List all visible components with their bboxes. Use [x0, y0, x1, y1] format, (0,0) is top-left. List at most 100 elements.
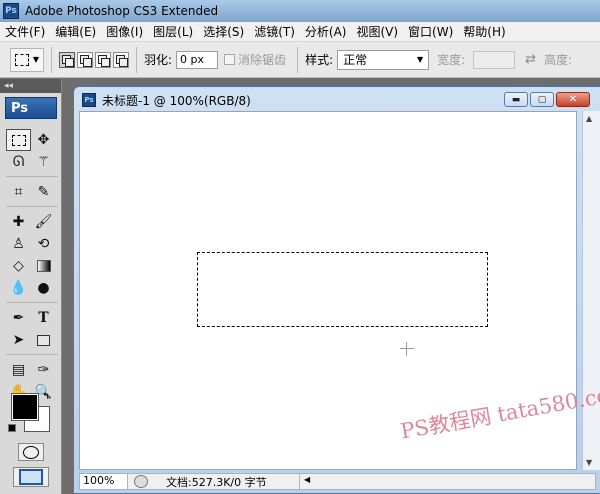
document-title: 未标题-1 @ 100%(RGB/8): [102, 93, 251, 108]
menu-window[interactable]: 窗口(W): [403, 23, 458, 40]
crop-icon: ⌗: [14, 184, 23, 200]
blur-tool[interactable]: 💧: [6, 277, 31, 299]
slice-tool[interactable]: ✎: [31, 181, 56, 203]
options-bar: ▼ 羽化: 0 px 消除锯齿 样式: 正常 ▼ 宽度: ⇄ 高度:: [0, 42, 600, 78]
blur-icon: 💧: [9, 280, 28, 296]
chevron-down-icon: ▼: [416, 55, 424, 64]
menu-layer[interactable]: 图层(L): [148, 23, 198, 40]
feather-label: 羽化:: [144, 53, 173, 67]
pen-tool[interactable]: ✒: [6, 307, 31, 329]
minimize-icon: ▬: [511, 94, 521, 105]
height-label: 高度:: [544, 53, 573, 67]
history-brush-icon: ⟲: [37, 236, 50, 252]
menu-edit[interactable]: 编辑(E): [50, 23, 101, 40]
divider: [6, 173, 58, 177]
notes-tool[interactable]: ▤: [6, 359, 31, 381]
document-title-bar[interactable]: Ps 未标题-1 @ 100%(RGB/8): [82, 91, 251, 109]
move-tool[interactable]: ✥: [31, 129, 56, 151]
width-input[interactable]: [473, 50, 516, 69]
shape-tool[interactable]: [31, 329, 56, 351]
menu-file[interactable]: 文件(F): [0, 23, 50, 40]
dodge-tool[interactable]: ●: [31, 277, 56, 299]
antialias-checkbox[interactable]: [224, 54, 236, 65]
shape-icon: [37, 334, 50, 346]
gradient-tool[interactable]: [31, 255, 56, 277]
window-controls: ▬ ▢ ✕: [504, 92, 590, 107]
crop-tool[interactable]: ⌗: [6, 181, 31, 203]
rect-marquee-tool[interactable]: [6, 129, 31, 151]
lasso-tool[interactable]: ᘏ: [6, 151, 31, 173]
status-menu-icon[interactable]: [134, 475, 148, 488]
photoshop-logo[interactable]: Ps: [5, 97, 57, 119]
default-colors-icon[interactable]: [8, 424, 16, 432]
divider: [136, 46, 137, 73]
toolbox-collapse-toggle[interactable]: ◂◂: [0, 79, 61, 93]
scroll-down-icon[interactable]: ▼: [586, 458, 592, 467]
crosshair-cursor-icon: [400, 342, 414, 356]
slice-icon: ✎: [37, 184, 50, 200]
add-selection-button[interactable]: [77, 51, 93, 68]
horizontal-scrollbar[interactable]: ◀: [299, 474, 595, 489]
marquee-selection[interactable]: [197, 252, 488, 327]
divider: [6, 351, 58, 355]
history-brush-tool[interactable]: ⟲: [31, 233, 56, 255]
pen-icon: ✒: [12, 310, 25, 326]
quick-mask-button[interactable]: [18, 443, 44, 461]
minimize-button[interactable]: ▬: [504, 92, 528, 107]
menu-filter[interactable]: 滤镜(T): [249, 23, 300, 40]
document-size-info: 文档:527.3K/0 字节: [166, 475, 267, 489]
move-icon: ✥: [37, 132, 50, 148]
eyedropper-icon: ✑: [37, 362, 50, 378]
antialias-label: 消除锯齿: [238, 53, 287, 67]
healing-brush-tool[interactable]: ✚: [6, 211, 31, 233]
menu-image[interactable]: 图像(I): [101, 23, 148, 40]
brush-icon: 🖌: [34, 214, 53, 230]
divider: [6, 203, 58, 207]
style-select[interactable]: 正常 ▼: [337, 49, 430, 70]
menu-select[interactable]: 选择(S): [198, 23, 249, 40]
divider: [6, 299, 58, 303]
menu-analysis[interactable]: 分析(A): [300, 23, 352, 40]
notes-icon: ▤: [11, 362, 26, 378]
clone-stamp-tool[interactable]: ♙: [6, 233, 31, 255]
toolbox-panel: ◂◂ Ps ✥ ᘏ ⚚ ⌗ ✎ ✚ 🖌 ♙ ⟲ ◇ 💧 ● ✒ T ➤ ▤ ✑ …: [0, 79, 62, 494]
magic-wand-icon: ⚚: [37, 154, 50, 170]
rect-marquee-icon: [14, 53, 29, 66]
close-button[interactable]: ✕: [556, 92, 590, 107]
swap-dimensions-icon[interactable]: ⇄: [525, 52, 536, 67]
menu-view[interactable]: 视图(V): [351, 23, 403, 40]
document-window: Ps 未标题-1 @ 100%(RGB/8) ▬ ▢ ✕ ▲ ▼ 100% 文档…: [73, 86, 600, 494]
chevron-down-icon: ▼: [32, 55, 40, 64]
zoom-level-field[interactable]: 100%: [80, 474, 128, 489]
app-title-bar: Ps Adobe Photoshop CS3 Extended: [0, 0, 600, 22]
style-select-value: 正常: [343, 53, 368, 67]
subtract-selection-button[interactable]: [95, 51, 111, 68]
screen-mode-button[interactable]: [13, 467, 49, 487]
clone-stamp-icon: ♙: [12, 236, 25, 252]
tool-preset-picker[interactable]: ▼: [10, 47, 44, 72]
vertical-scrollbar[interactable]: ▲ ▼: [582, 111, 600, 470]
scroll-up-icon[interactable]: ▲: [586, 114, 592, 123]
magic-wand-tool[interactable]: ⚚: [31, 151, 56, 173]
healing-brush-icon: ✚: [12, 214, 25, 230]
eyedropper-tool[interactable]: ✑: [31, 359, 56, 381]
eraser-icon: ◇: [13, 258, 24, 274]
gradient-icon: [36, 260, 51, 272]
maximize-button[interactable]: ▢: [530, 92, 554, 107]
maximize-icon: ▢: [537, 94, 547, 105]
feather-input[interactable]: 0 px: [176, 50, 219, 69]
lasso-icon: ᘏ: [12, 154, 25, 170]
type-tool[interactable]: T: [31, 307, 56, 329]
photoshop-app-icon: Ps: [3, 3, 19, 19]
intersect-selection-button[interactable]: [113, 51, 129, 68]
swap-colors-icon[interactable]: ↰: [42, 392, 50, 402]
menu-help[interactable]: 帮助(H): [458, 23, 510, 40]
brush-tool[interactable]: 🖌: [31, 211, 56, 233]
scroll-left-icon[interactable]: ◀: [304, 475, 310, 484]
eraser-tool[interactable]: ◇: [6, 255, 31, 277]
path-select-tool[interactable]: ➤: [6, 329, 31, 351]
foreground-color-swatch[interactable]: [11, 393, 39, 421]
color-swatches: ↰: [8, 392, 56, 438]
style-label: 样式:: [305, 53, 334, 67]
new-selection-button[interactable]: [59, 51, 75, 68]
